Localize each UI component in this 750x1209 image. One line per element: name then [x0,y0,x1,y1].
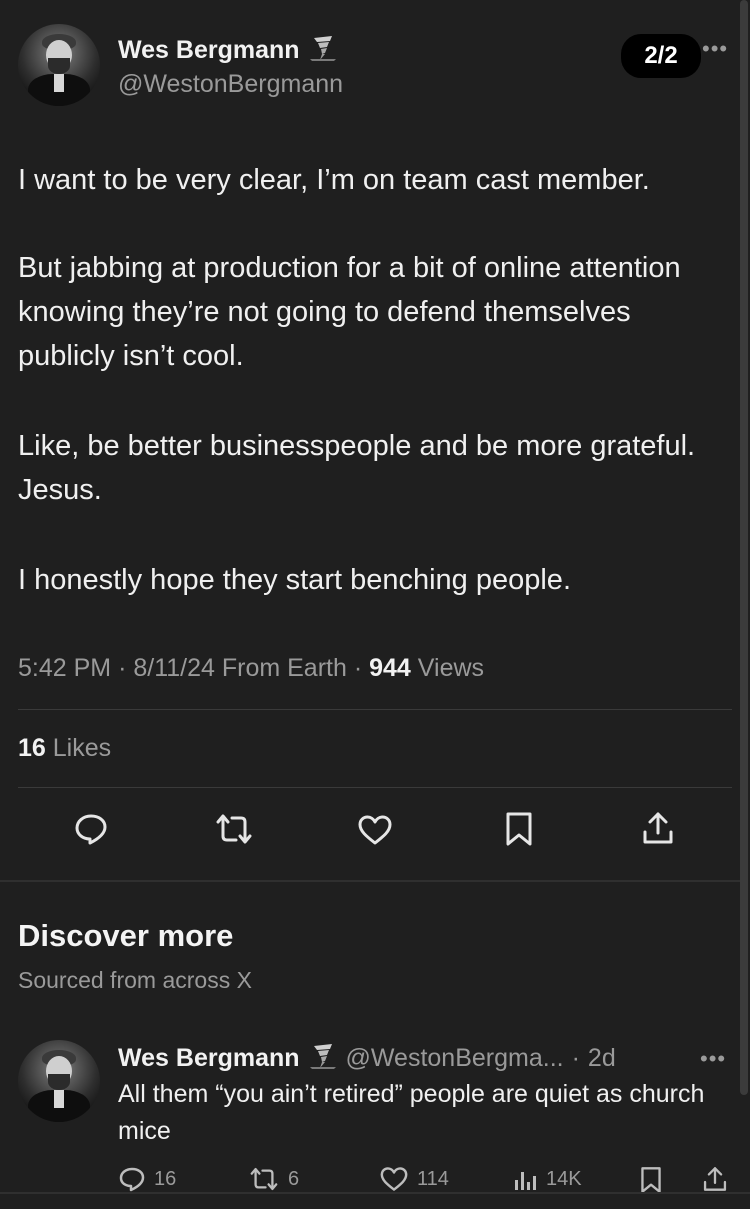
tornado-icon [308,1040,338,1077]
tweet-date: 8/11/24 [133,654,215,682]
meta-separator: · [353,654,363,682]
tweet-meta: 5:42 PM · 8/11/24 From Earth · 944 Views [18,654,484,683]
likes-count[interactable]: 16 [18,734,46,762]
divider [18,709,732,710]
share-icon[interactable] [641,810,675,846]
section-divider [0,880,740,882]
author-name-row[interactable]: Wes Bergmann [118,32,338,69]
author-name[interactable]: Wes Bergmann [118,36,300,65]
suggested-author-handle[interactable]: @WestonBergma... [346,1044,564,1073]
suggested-header[interactable]: Wes Bergmann @WestonBergma... · 2d [118,1040,616,1077]
retweet-icon[interactable] [214,812,254,846]
likes-count: 114 [417,1167,449,1190]
bookmark-icon[interactable] [639,1166,663,1199]
likes-label[interactable]: Likes [53,734,111,762]
suggested-author-name[interactable]: Wes Bergmann [118,1044,300,1073]
suggested-replies[interactable]: 16 [118,1166,176,1192]
thread-counter: 2/2 [621,34,701,78]
tweet-paragraph-3: Like, be better businesspeople and be mo… [18,430,696,506]
views-count[interactable]: 944 [369,654,411,682]
suggested-text: All them “you ain’t retired” people are … [118,1080,705,1145]
tweet-time: 5:42 PM [18,654,112,682]
suggested-likes[interactable]: 114 [379,1166,449,1192]
suggested-age: 2d [587,1044,616,1072]
tweet-source: From Earth [221,654,347,682]
retweet-icon [250,1167,278,1191]
divider [18,787,732,788]
tweet-detail-page: Wes Bergmann @WestonBergmann 2/2 ••• I w… [0,0,750,1209]
tornado-icon [308,32,338,69]
likes-summary[interactable]: 16 Likes [18,734,111,763]
bookmark-icon[interactable] [504,811,534,847]
views-count: 14K [546,1167,582,1190]
reply-icon[interactable] [74,812,108,846]
discover-subtitle: Sourced from across X [18,967,252,993]
like-icon[interactable] [357,814,393,846]
like-icon [380,1167,408,1191]
author-handle[interactable]: @WestonBergmann [118,70,343,99]
tweet-paragraph-1: I want to be very clear, I’m on team cas… [18,164,650,196]
tweet-paragraph-2: But jabbing at production for a bit of o… [18,252,681,372]
views-icon [515,1172,536,1190]
meta-separator: · [571,1044,580,1072]
scrollbar[interactable] [740,0,748,1095]
suggested-views[interactable]: 14K [512,1166,582,1192]
more-dots-icon[interactable]: ••• [702,36,728,62]
discover-title: Discover more [18,918,234,953]
author-avatar[interactable] [18,24,100,106]
suggested-author-avatar[interactable] [18,1040,100,1122]
suggested-retweets[interactable]: 6 [248,1166,299,1192]
meta-separator: · [118,654,127,682]
replies-count: 16 [154,1167,177,1190]
reply-icon [119,1167,145,1192]
retweets-count: 6 [288,1167,300,1190]
views-label[interactable]: Views [418,654,484,682]
bottom-divider [0,1192,750,1194]
tweet-paragraph-4: I honestly hope they start benching peop… [18,564,571,596]
more-dots-icon[interactable]: ••• [700,1046,726,1072]
